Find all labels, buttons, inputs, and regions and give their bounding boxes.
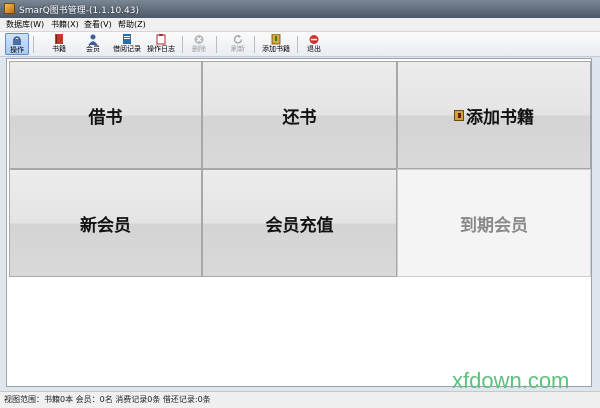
log-icon	[156, 34, 166, 45]
add-book-button[interactable]: 添加书籍	[259, 33, 293, 55]
recharge-tile-label: 会员充值	[265, 215, 334, 236]
menu-database[interactable]: 数据库(W)	[6, 19, 44, 30]
menu-bar: 数据库(W) 书籍(X) 查看(V) 帮助(Z)	[0, 18, 600, 32]
exit-label: 退出	[307, 45, 321, 53]
refresh-label: 刷新	[231, 45, 245, 53]
operate-icon	[13, 36, 21, 45]
add-book-label: 添加书籍	[262, 45, 290, 53]
borrow-records-label: 借阅记录	[113, 45, 141, 53]
add-book-tile[interactable]: 添加书籍	[397, 61, 591, 169]
delete-button[interactable]: 删除	[187, 33, 211, 55]
add-book-icon	[271, 34, 281, 45]
app-window: SmarQ图书管理-(1.1.10.43) 数据库(W) 书籍(X) 查看(V)…	[0, 0, 600, 408]
operate-label: 操作	[10, 46, 24, 54]
new-member-tile-label: 新会员	[80, 215, 131, 236]
main-panel: 借书 还书 添加书籍 新会员 会员充值 到期会员	[6, 58, 592, 387]
app-icon	[4, 3, 15, 14]
operate-button[interactable]: 操作	[5, 33, 29, 55]
status-bar: 视图范围：书籍0本 会员：0名 消费记录0条 借还记录:0条	[0, 391, 600, 408]
records-icon	[123, 34, 131, 44]
borrow-records-button[interactable]: 借阅记录	[110, 33, 144, 55]
new-member-tile[interactable]: 新会员	[9, 169, 202, 277]
member-label: 会员	[86, 45, 100, 53]
toolbar-separator	[254, 36, 255, 53]
operation-log-button[interactable]: 操作日志	[145, 33, 177, 55]
books-label: 书籍	[52, 45, 66, 53]
refresh-button[interactable]: 刷新	[226, 33, 250, 55]
books-button[interactable]: 书籍	[46, 33, 72, 55]
menu-books[interactable]: 书籍(X)	[51, 19, 79, 30]
book-icon	[454, 109, 464, 121]
return-tile[interactable]: 还书	[202, 61, 397, 169]
borrow-tile-label: 借书	[88, 107, 123, 128]
toolbar-separator	[182, 36, 183, 53]
toolbar-separator	[216, 36, 217, 53]
book-red-icon	[55, 34, 63, 44]
toolbar-separator	[297, 36, 298, 53]
add-book-tile-label: 添加书籍	[466, 107, 534, 128]
title-bar: SmarQ图书管理-(1.1.10.43)	[0, 0, 600, 18]
operation-log-label: 操作日志	[147, 45, 175, 53]
delete-label: 删除	[192, 45, 206, 53]
recharge-tile[interactable]: 会员充值	[202, 169, 397, 277]
exit-icon	[309, 35, 319, 44]
refresh-icon	[233, 34, 243, 44]
window-title: SmarQ图书管理-(1.1.10.43)	[19, 6, 139, 16]
member-button[interactable]: 会员	[81, 33, 105, 55]
member-icon	[88, 34, 98, 45]
return-tile-label: 还书	[282, 107, 317, 128]
expired-members-tile[interactable]: 到期会员	[397, 169, 591, 277]
toolbar-separator	[33, 36, 34, 53]
status-text: 视图范围：书籍0本 会员：0名 消费记录0条 借还记录:0条	[4, 395, 211, 404]
expired-members-tile-label: 到期会员	[460, 215, 528, 236]
toolbar: 操作 书籍 会员 借阅记录 操作日志 删除 刷新 添加书籍 退出	[0, 32, 600, 57]
menu-view[interactable]: 查看(V)	[84, 19, 112, 30]
delete-icon	[194, 35, 204, 44]
borrow-tile[interactable]: 借书	[9, 61, 202, 169]
menu-help[interactable]: 帮助(Z)	[118, 19, 146, 30]
exit-button[interactable]: 退出	[303, 33, 325, 55]
